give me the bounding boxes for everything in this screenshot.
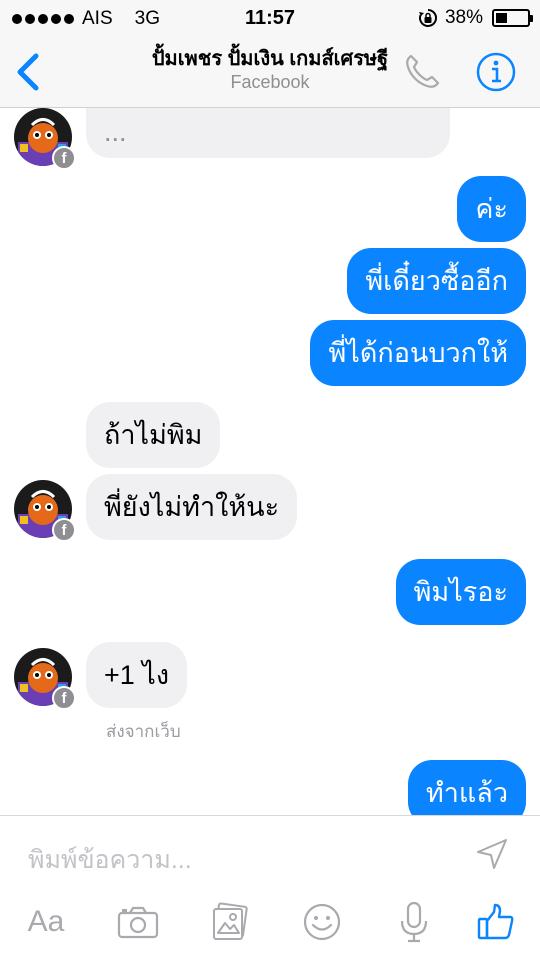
emoji-icon (303, 903, 341, 941)
emoji-button[interactable] (296, 896, 348, 948)
message-text: พิมไรอะ (413, 576, 508, 607)
status-bar: AIS 3G 11:57 38% (0, 0, 540, 36)
avatar[interactable]: f (14, 480, 76, 542)
battery-info: 38% (417, 7, 533, 29)
message-bubble-outgoing[interactable]: พี่ได้ก่อนบวกให้ (310, 320, 526, 386)
facebook-badge-icon: f (52, 686, 76, 710)
message-bubble-incoming[interactable]: พี่ยังไม่ทำให้นะ (86, 474, 298, 540)
photo-button[interactable] (204, 896, 256, 948)
message-text: +1 ไง (104, 659, 170, 690)
battery-percent: 38% (444, 7, 483, 28)
send-icon[interactable] (474, 836, 510, 872)
message-composer: พิมพ์ข้อความ... Aa (0, 815, 540, 960)
phone-icon[interactable] (400, 50, 444, 94)
thumbs-up-icon (477, 903, 514, 940)
facebook-badge-icon: f (52, 146, 76, 170)
message-text: ทำแล้ว (425, 777, 508, 808)
avatar[interactable]: f (14, 108, 76, 170)
message-text: พี่ได้ก่อนบวกให้ (328, 337, 508, 368)
sent-via-label: ส่งจากเว็บ (106, 722, 181, 741)
message-bubble-outgoing[interactable]: ค่ะ (457, 176, 526, 242)
message-bubble-outgoing[interactable]: พิมไรอะ (395, 559, 526, 625)
camera-button[interactable] (112, 896, 164, 948)
message-text: ถ้าไม่พิม (104, 419, 203, 450)
like-button[interactable] (470, 896, 522, 948)
truncated-message-text: ... (104, 116, 127, 147)
info-icon[interactable] (474, 50, 518, 94)
message-text: ค่ะ (475, 193, 508, 224)
message-bubble-incoming[interactable]: +1 ไง (86, 642, 188, 708)
message-bubble-outgoing[interactable]: ทำแล้ว (407, 760, 526, 815)
message-list[interactable]: ... f ค่ะ พี่เดี๋ยวซื้ออีก พี่ได้ก่อนบวก… (0, 108, 540, 815)
message-bubble-incoming[interactable]: ... (86, 108, 450, 158)
message-input[interactable]: พิมพ์ข้อความ... (28, 840, 192, 880)
chevron-left-icon[interactable] (10, 50, 50, 94)
message-text: พี่เดี๋ยวซื้ออีก (365, 265, 508, 296)
battery-icon (492, 9, 533, 27)
camera-icon (117, 906, 159, 939)
facebook-badge-icon: f (52, 518, 76, 542)
composer-toolbar: Aa (0, 896, 540, 952)
rotation-lock-icon (418, 9, 437, 27)
avatar[interactable]: f (14, 648, 76, 710)
message-bubble-incoming[interactable]: ถ้าไม่พิม (86, 402, 221, 468)
microphone-icon (400, 901, 428, 943)
conversation-subtitle: Facebook (230, 72, 310, 92)
voice-button[interactable] (388, 896, 440, 948)
message-text: พี่ยังไม่ทำให้นะ (104, 491, 280, 522)
conversation-header: ปั้มเพชร ปั้มเงิน เกมส์เศรษฐี Facebook (0, 36, 540, 108)
conversation-title[interactable]: ปั้มเพชร ปั้มเงิน เกมส์เศรษฐี (90, 42, 450, 74)
photo-icon (213, 902, 248, 940)
text-format-button[interactable]: Aa (20, 896, 72, 948)
message-bubble-outgoing[interactable]: พี่เดี๋ยวซื้ออีก (347, 248, 526, 314)
